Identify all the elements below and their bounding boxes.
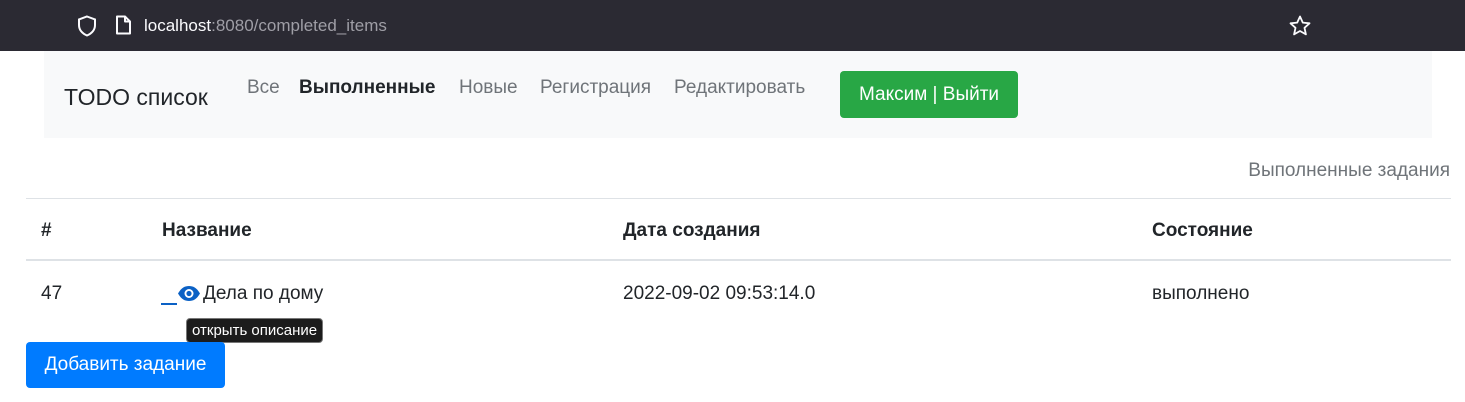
address-bar[interactable]: localhost:8080/completed_items	[144, 16, 387, 36]
page-title: Выполненные задания	[1248, 160, 1450, 181]
column-header-id: #	[41, 220, 52, 241]
nav-link-registration[interactable]: Регистрация	[540, 77, 651, 99]
description-link[interactable]	[161, 283, 177, 305]
nav-link-new[interactable]: Новые	[459, 77, 518, 99]
cell-id: 47	[41, 283, 63, 304]
page-icon[interactable]	[114, 15, 132, 35]
nav-link-completed[interactable]: Выполненные	[299, 77, 435, 99]
column-header-created: Дата создания	[623, 220, 761, 241]
table-header-border	[26, 259, 1451, 261]
url-path: :8080/completed_items	[211, 16, 387, 35]
eye-icon[interactable]	[177, 285, 201, 302]
nav-link-all[interactable]: Все	[247, 77, 280, 99]
bookmark-star-icon[interactable]	[1288, 14, 1312, 38]
navbar-brand[interactable]: TODO список	[64, 84, 208, 110]
cell-created: 2022-09-02 09:53:14.0	[623, 283, 816, 304]
column-header-name: Название	[162, 220, 252, 241]
add-task-button[interactable]: Добавить задание	[26, 342, 225, 388]
cell-name: Дела по дому	[203, 283, 324, 304]
browser-toolbar: localhost:8080/completed_items	[0, 0, 1465, 51]
url-host: localhost	[144, 16, 212, 35]
column-header-state: Состояние	[1152, 220, 1253, 241]
cell-state: выполнено	[1152, 283, 1250, 304]
table-top-border	[26, 198, 1451, 199]
user-logout-button[interactable]: Максим | Выйти	[840, 71, 1018, 118]
tooltip: открыть описание	[186, 318, 324, 343]
shield-icon[interactable]	[77, 15, 97, 37]
nav-link-edit[interactable]: Редактировать	[674, 77, 805, 99]
